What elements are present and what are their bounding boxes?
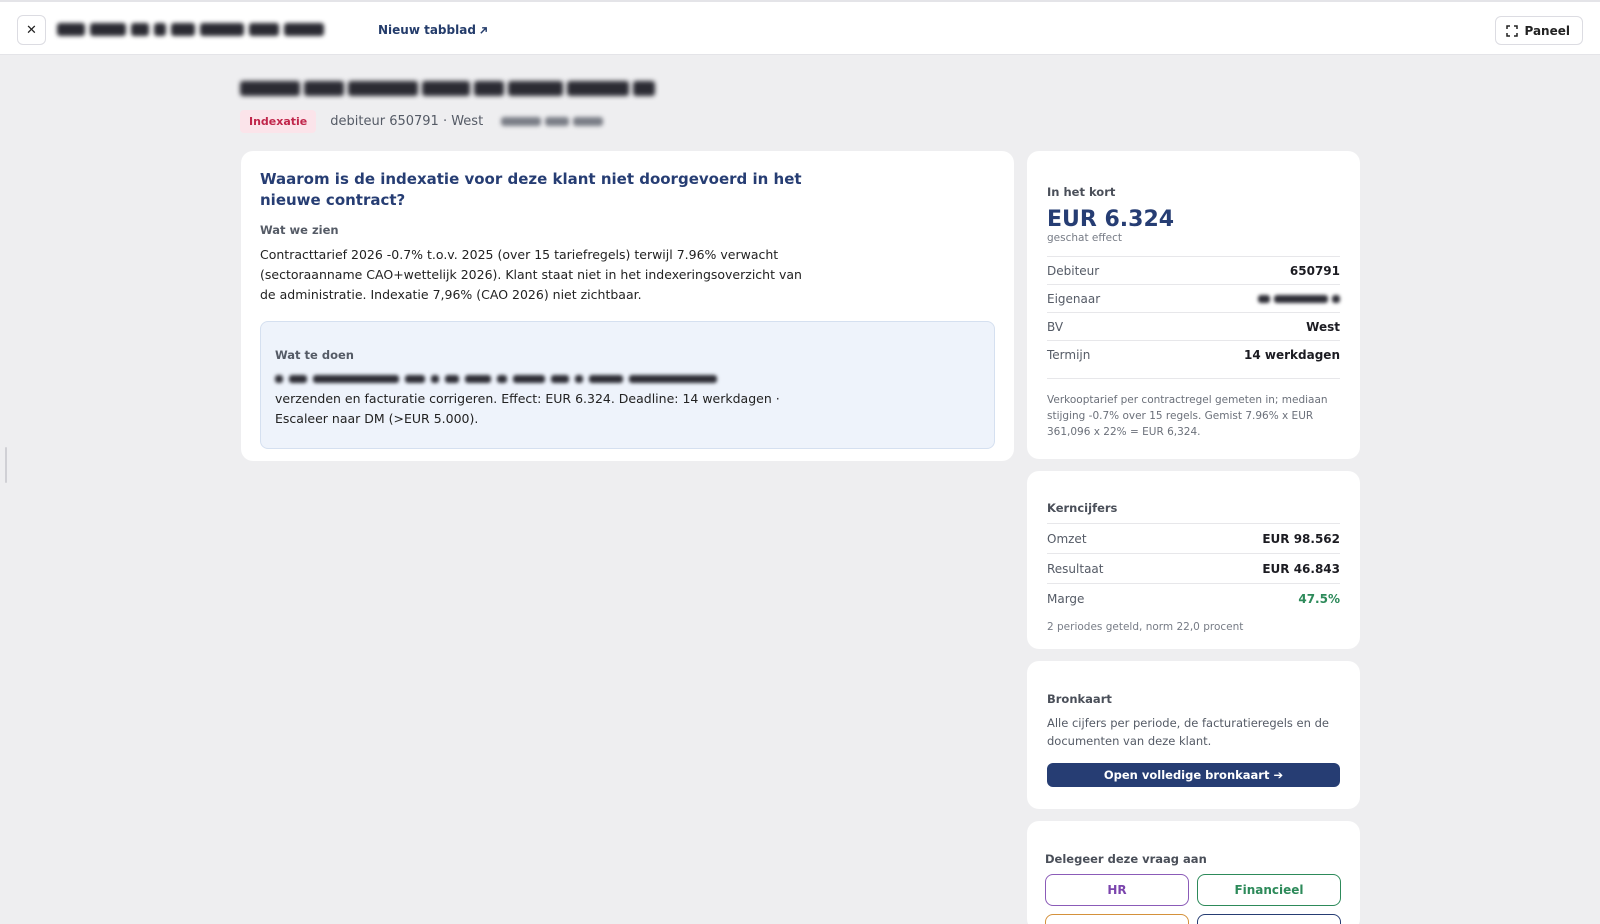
new-tab-label: Nieuw tabblad — [378, 23, 476, 37]
new-tab-link[interactable]: Nieuw tabblad — [378, 23, 488, 37]
owner-redacted — [1258, 294, 1340, 303]
summary-card: In het kort EUR 6.324 geschat effect Deb… — [1027, 151, 1360, 459]
open-source-card-button[interactable]: Open volledige bronkaart ➔ — [1047, 763, 1340, 787]
key-figures-note: 2 periodes geteld, norm 22,0 procent — [1047, 621, 1244, 633]
header-meta: Indexatie debiteur 650791 · West — [240, 110, 604, 133]
summary-title: In het kort — [1047, 185, 1116, 199]
delegate-title: Delegeer deze vraag aan — [1045, 852, 1207, 866]
estimated-effect-caption: geschat effect — [1047, 232, 1122, 244]
summary-row-bv: BV West — [1047, 312, 1340, 340]
source-card-description: Alle cijfers per periode, de facturatier… — [1047, 716, 1329, 748]
todo-redacted — [275, 372, 980, 386]
expand-icon — [1506, 24, 1519, 37]
delegate-operationeel-button[interactable]: Operationeel — [1045, 914, 1189, 924]
summary-row-debtor: Debiteur 650791 — [1047, 256, 1340, 284]
delegate-hr-button[interactable]: HR — [1045, 874, 1189, 906]
delegate-card: Delegeer deze vraag aan HR Financieel Op… — [1027, 821, 1360, 924]
panel-label: Paneel — [1524, 23, 1570, 38]
todo-text: verzenden en facturatie corrigeren. Effe… — [275, 391, 780, 426]
panel-button[interactable]: Paneel — [1495, 16, 1583, 45]
key-figures-title: Kerncijfers — [1047, 501, 1118, 515]
category-badge: Indexatie — [240, 110, 317, 133]
summary-row-owner: Eigenaar — [1047, 284, 1340, 312]
client-name-redacted — [240, 81, 655, 96]
todo-box: Wat te doen verzenden en facturatie corr… — [260, 321, 995, 449]
close-button[interactable]: ✕ — [17, 15, 46, 45]
window-title-redacted — [57, 23, 324, 36]
source-card-title: Bronkaart — [1047, 692, 1112, 706]
estimated-effect-amount: EUR 6.324 — [1047, 207, 1175, 232]
question-title: Waarom is de indexatie voor deze klant n… — [260, 170, 802, 209]
subtitle-redacted — [501, 117, 604, 126]
key-figure-revenue: Omzet EUR 98.562 — [1047, 523, 1340, 553]
arrow-up-right-icon — [480, 26, 487, 34]
seen-text: Contracttarief 2026 -0.7% t.o.v. 2025 (o… — [260, 247, 802, 302]
key-figure-margin: Marge 47.5% — [1047, 583, 1340, 613]
resize-handle[interactable] — [5, 447, 7, 483]
key-figures-card: Kerncijfers Omzet EUR 98.562 Resultaat E… — [1027, 471, 1360, 649]
delegate-financieel-button[interactable]: Financieel — [1197, 874, 1341, 906]
source-card: Bronkaart Alle cijfers per periode, de f… — [1027, 661, 1360, 809]
summary-row-term: Termijn 14 werkdagen — [1047, 340, 1340, 368]
seen-label: Wat we zien — [260, 223, 339, 237]
delegate-dm-button[interactable]: DM — [1197, 914, 1341, 924]
top-bar: ✕ Nieuw tabblad Paneel — [0, 0, 1600, 55]
question-card: Waarom is de indexatie voor deze klant n… — [241, 151, 1014, 461]
summary-note: Verkooptarief per contractregel gemeten … — [1047, 378, 1340, 440]
todo-label: Wat te doen — [275, 348, 354, 362]
debtor-subtitle: debiteur 650791 · West — [330, 114, 484, 129]
close-icon: ✕ — [26, 22, 37, 38]
delegate-options: HR Financieel Operationeel DM — [1045, 874, 1342, 924]
key-figure-result: Resultaat EUR 46.843 — [1047, 553, 1340, 583]
